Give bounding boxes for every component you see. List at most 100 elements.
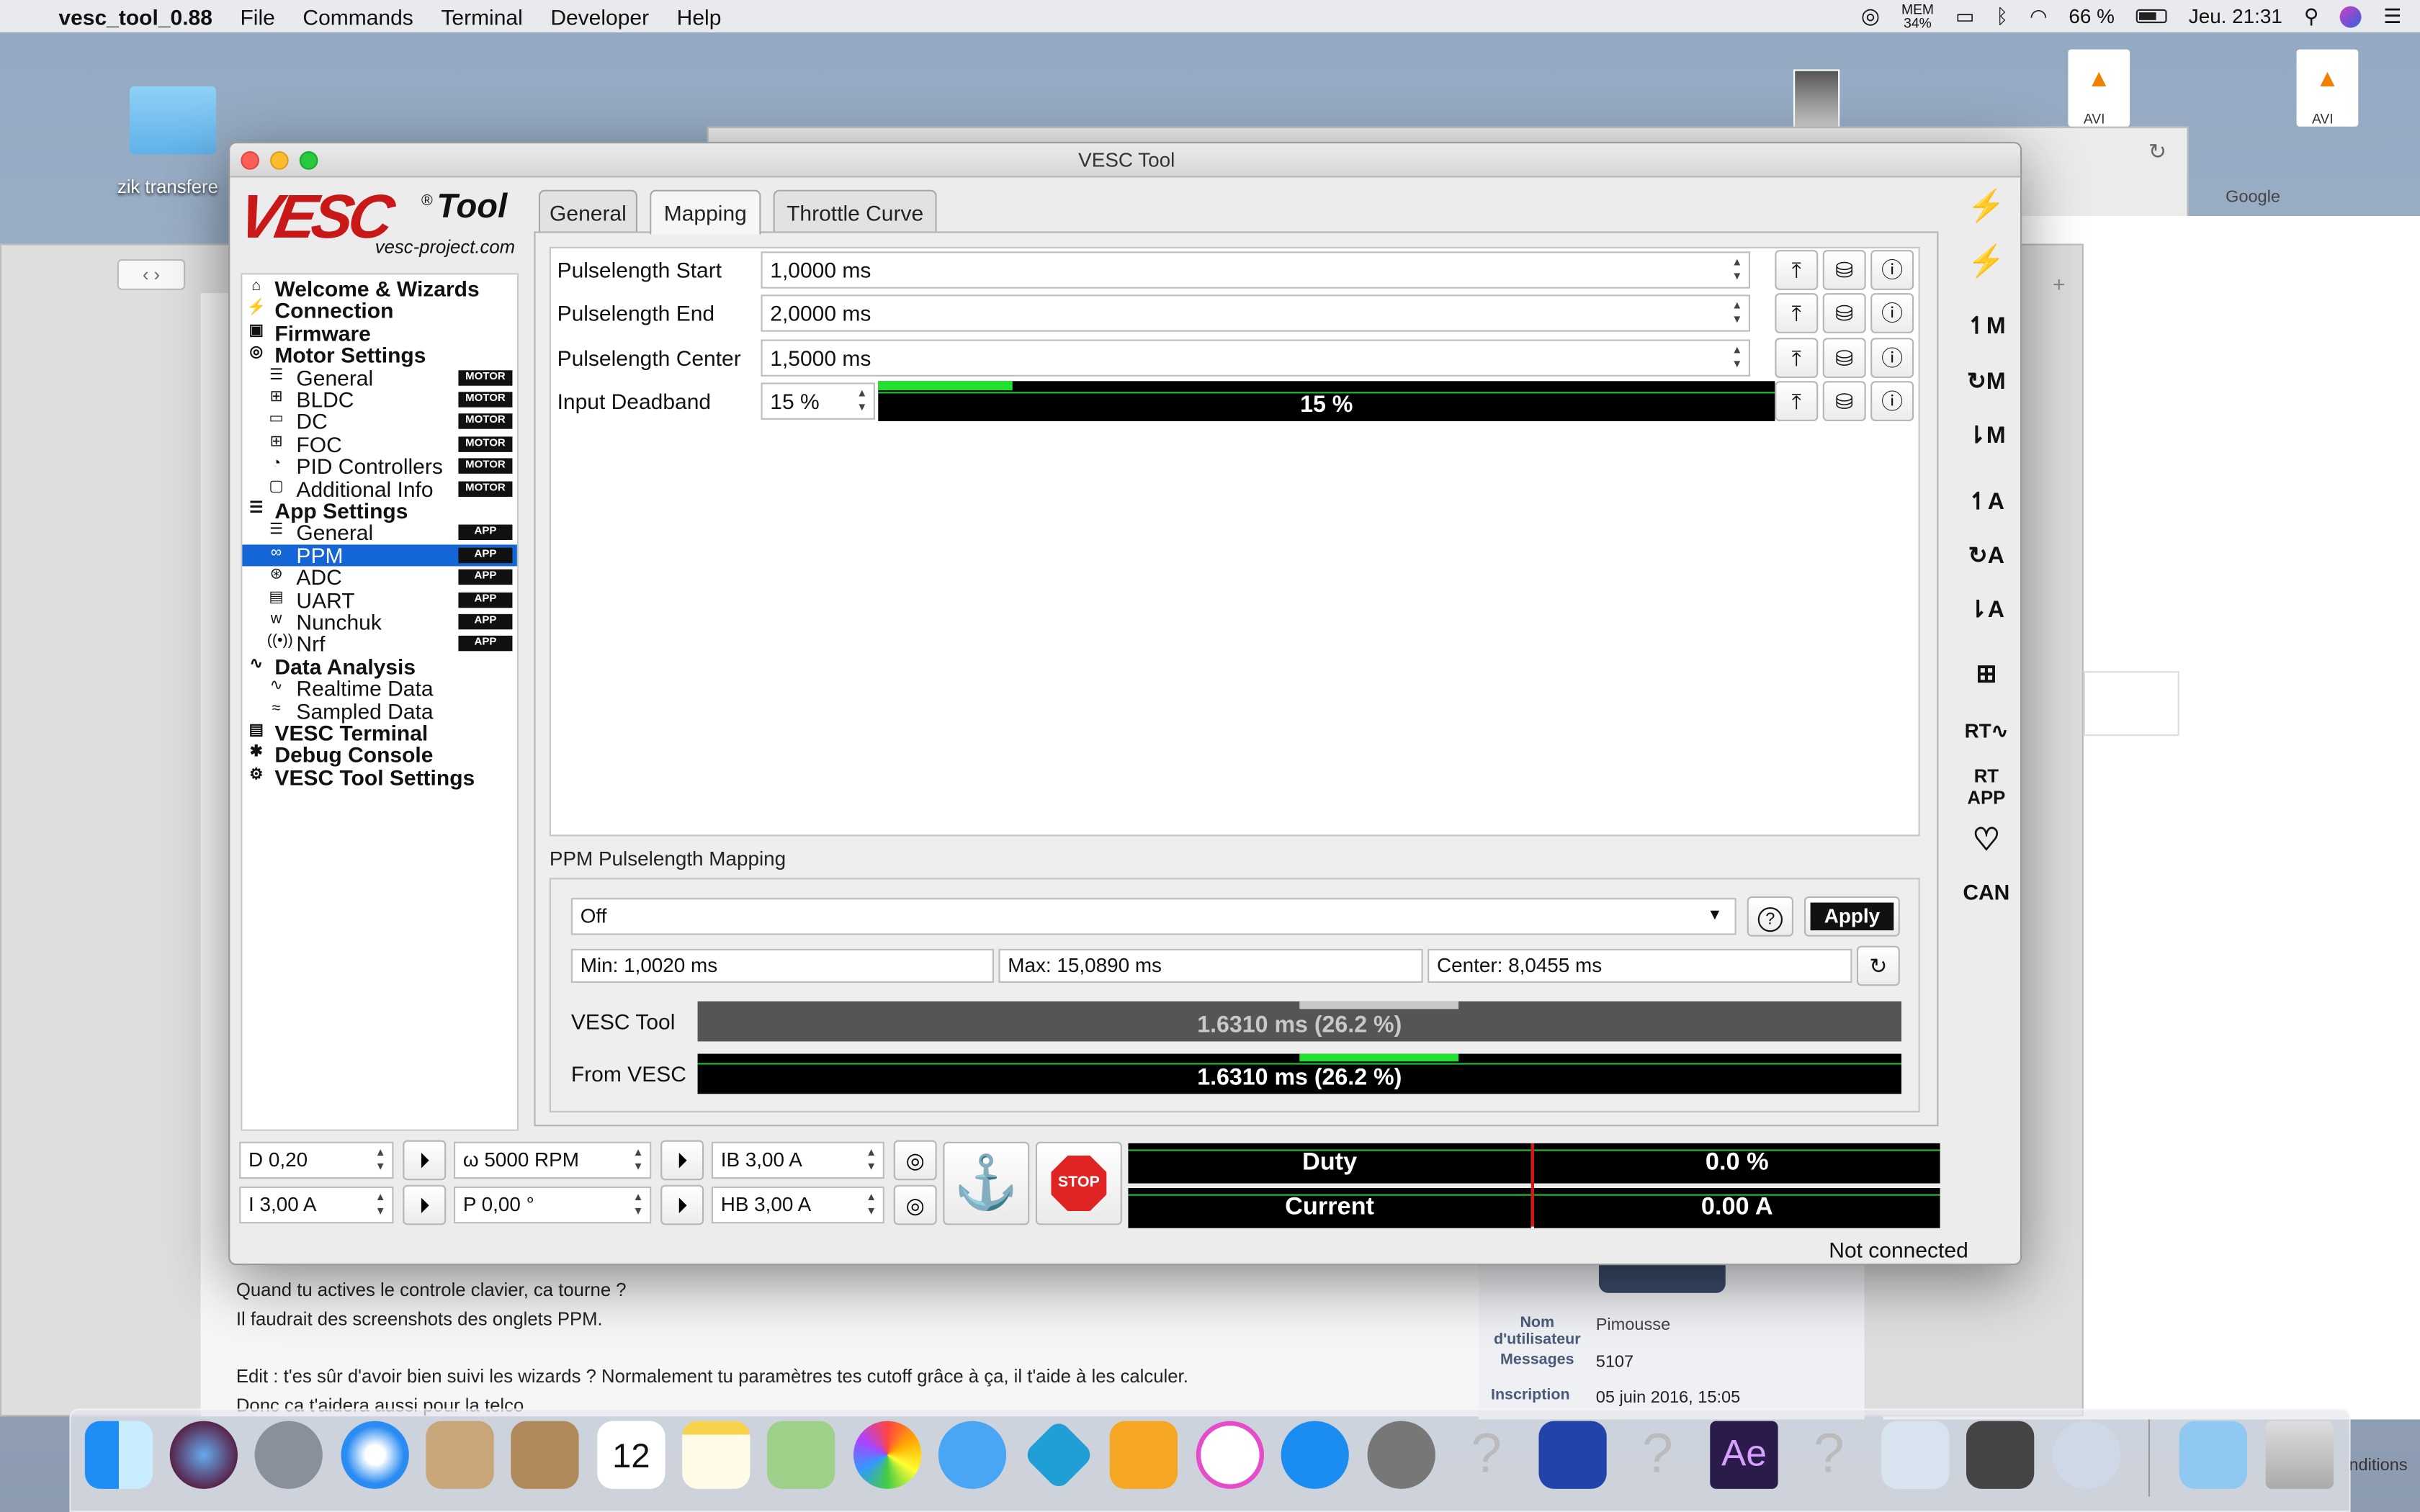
new-tab-icon[interactable]: +	[2053, 271, 2066, 296]
menu-app-name[interactable]: vesc_tool_0.88	[58, 4, 212, 28]
read-default-icon[interactable]: ⛁	[1822, 293, 1866, 333]
brake-current-input[interactable]: IB 3,00 A ▲ ▼	[711, 1141, 884, 1179]
maps-icon[interactable]	[767, 1421, 835, 1489]
tree-item-nunchuk[interactable]: w Nunchuk APP	[242, 611, 516, 633]
unknown-app-icon[interactable]: ?	[1623, 1421, 1691, 1489]
launchpad-icon[interactable]	[254, 1421, 323, 1489]
spin-arrows-icon[interactable]: ▲ ▼	[1729, 256, 1746, 284]
stop-button[interactable]: STOP	[1035, 1141, 1122, 1225]
pulselength-start-input[interactable]: 1,0000 ms ▲ ▼	[761, 251, 1750, 289]
tree-item-general[interactable]: ☰ General APP	[242, 522, 516, 544]
tree-item-debug-console[interactable]: ✱ Debug Console	[242, 744, 516, 766]
upload-icon[interactable]: ⤒	[1775, 250, 1819, 290]
desktop-folder-icon[interactable]	[130, 86, 216, 155]
brake-icon[interactable]: ◎	[893, 1140, 937, 1181]
vesc-tool-dock-icon[interactable]	[1538, 1421, 1607, 1489]
duty-input[interactable]: D 0,20 ▲ ▼	[239, 1141, 394, 1179]
wifi-icon[interactable]: ◠	[2030, 4, 2047, 28]
pages-icon[interactable]	[1109, 1421, 1178, 1489]
tree-item-connection[interactable]: ⚡ Connection	[242, 300, 516, 322]
upload-icon[interactable]: ⤒	[1775, 338, 1819, 378]
play-position-icon[interactable]: ⏵	[660, 1184, 704, 1225]
handbrake-icon[interactable]: ◎	[893, 1184, 937, 1225]
battery-percent[interactable]: 66 %	[2069, 4, 2115, 27]
vesc-tool-bar[interactable]: 1.6310 ms (26.2 %)	[697, 1001, 1901, 1042]
read-motor-config-icon[interactable]: ⇂M	[1958, 413, 2014, 459]
play-current-icon[interactable]: ⏵	[403, 1184, 447, 1225]
memory-indicator[interactable]: MEM 34%	[1901, 1, 1934, 30]
creative-cloud-icon[interactable]: ◎	[1861, 3, 1880, 29]
connect-icon[interactable]: ⚡	[1958, 184, 2014, 230]
finder-icon[interactable]	[84, 1421, 153, 1489]
spin-arrows-icon[interactable]: ▲ ▼	[1729, 300, 1746, 328]
pulselength-center-input[interactable]: 1,5000 ms ▲ ▼	[761, 339, 1750, 377]
tab-throttle-curve[interactable]: Throttle Curve	[773, 189, 937, 233]
tree-item-vesc-terminal[interactable]: ▤ VESC Terminal	[242, 722, 516, 744]
tree-item-adc[interactable]: ⊛ ADC APP	[242, 567, 516, 588]
read-default-icon[interactable]: ⛁	[1822, 381, 1866, 421]
write-motor-config-icon[interactable]: ↿M	[1958, 304, 2014, 350]
search-icon[interactable]: ⚲	[2304, 4, 2318, 28]
tree-item-realtime-data[interactable]: ∿ Realtime Data	[242, 678, 516, 699]
tree-item-sampled-data[interactable]: ≈ Sampled Data	[242, 700, 516, 721]
tree-item-nrf[interactable]: ((•)) Nrf APP	[242, 633, 516, 654]
tree-item-firmware[interactable]: ▣ Firmware	[242, 322, 516, 343]
spin-arrows-icon[interactable]: ▲ ▼	[629, 1146, 647, 1174]
disconnect-icon[interactable]: ⚡	[1958, 239, 2014, 285]
printer-icon[interactable]	[2053, 1421, 2121, 1489]
read-default-icon[interactable]: ⛁	[1822, 250, 1866, 290]
tree-item-additional-info[interactable]: ▢ Additional Info MOTOR	[242, 477, 516, 499]
write-app-config-icon[interactable]: ↿A	[1958, 480, 2014, 526]
app-store-icon[interactable]	[1281, 1421, 1349, 1489]
menu-developer[interactable]: Developer	[550, 4, 649, 28]
menu-terminal[interactable]: Terminal	[441, 4, 522, 28]
tab-general[interactable]: General	[538, 189, 637, 233]
spin-arrows-icon[interactable]: ▲ ▼	[853, 387, 871, 415]
position-input[interactable]: P 0,00 ° ▲ ▼	[454, 1186, 652, 1224]
help-icon[interactable]: ⓘ	[1870, 381, 1914, 421]
help-icon[interactable]: ⓘ	[1870, 293, 1914, 333]
unknown-app-icon[interactable]: ?	[1795, 1421, 1863, 1489]
navigation-tree[interactable]: ⌂ Welcome & Wizards ⚡ Connection ▣ Firmware ◎ M…	[241, 273, 519, 1131]
read-app-default-icon[interactable]: ↻A	[1958, 534, 2014, 580]
desktop-photo-icon[interactable]	[1793, 69, 1840, 128]
tree-item-general[interactable]: ☰ General MOTOR	[242, 366, 516, 388]
spin-arrows-icon[interactable]: ▲ ▼	[372, 1146, 389, 1174]
tab-mapping[interactable]: Mapping	[650, 189, 761, 235]
menu-file[interactable]: File	[240, 4, 274, 28]
tree-item-pid-controllers[interactable]: ◔ PID Controllers MOTOR	[242, 456, 516, 477]
tree-item-dc[interactable]: ▭ DC MOTOR	[242, 411, 516, 433]
notes-icon[interactable]	[682, 1421, 750, 1489]
realtime-data-icon[interactable]: RT∿	[1958, 708, 2014, 755]
heart-icon[interactable]: ♡	[1958, 818, 2014, 864]
spin-arrows-icon[interactable]: ▲ ▼	[863, 1146, 880, 1174]
unknown-app-icon[interactable]: ?	[1452, 1421, 1520, 1489]
current-input[interactable]: I 3,00 A ▲ ▼	[239, 1186, 394, 1224]
window-titlebar[interactable]: VESC Tool	[230, 143, 2020, 178]
messages-icon[interactable]	[938, 1421, 1007, 1489]
menu-help[interactable]: Help	[677, 4, 722, 28]
siri-icon[interactable]	[2340, 5, 2362, 27]
deadband-input[interactable]: 15 % ▲ ▼	[761, 382, 875, 420]
pencil-app-icon[interactable]	[1881, 1421, 1950, 1489]
vesc-tool-window[interactable]: VESC Tool VESC ® Tool vesc-project.com ⌂…	[228, 142, 2022, 1266]
mapping-mode-select[interactable]: Off ▼	[570, 898, 1736, 935]
battery-icon[interactable]	[2136, 9, 2167, 24]
preview-icon[interactable]	[426, 1421, 494, 1489]
read-default-icon[interactable]: ⛁	[1822, 338, 1866, 378]
tree-item-ppm[interactable]: ∞ PPM APP	[242, 544, 517, 566]
tree-item-foc[interactable]: ⊞ FOC MOTOR	[242, 433, 516, 455]
airplay-icon[interactable]: ▭	[1955, 4, 1974, 28]
rpm-input[interactable]: ω 5000 RPM ▲ ▼	[454, 1141, 652, 1179]
read-motor-default-icon[interactable]: ↻M	[1958, 359, 2014, 405]
tree-item-motor-settings[interactable]: ◎ Motor Settings	[242, 344, 516, 366]
help-icon[interactable]: ⓘ	[1870, 338, 1914, 378]
clock[interactable]: Jeu. 21:31	[2189, 4, 2282, 27]
safari-icon[interactable]	[341, 1421, 409, 1489]
spin-arrows-icon[interactable]: ▲ ▼	[863, 1191, 880, 1219]
trash-icon[interactable]	[2265, 1421, 2334, 1489]
close-button[interactable]	[241, 151, 259, 170]
profile-name-value[interactable]: Pimousse	[1596, 1316, 1670, 1335]
spin-arrows-icon[interactable]: ▲ ▼	[1729, 344, 1746, 372]
zoom-button[interactable]	[299, 151, 318, 170]
